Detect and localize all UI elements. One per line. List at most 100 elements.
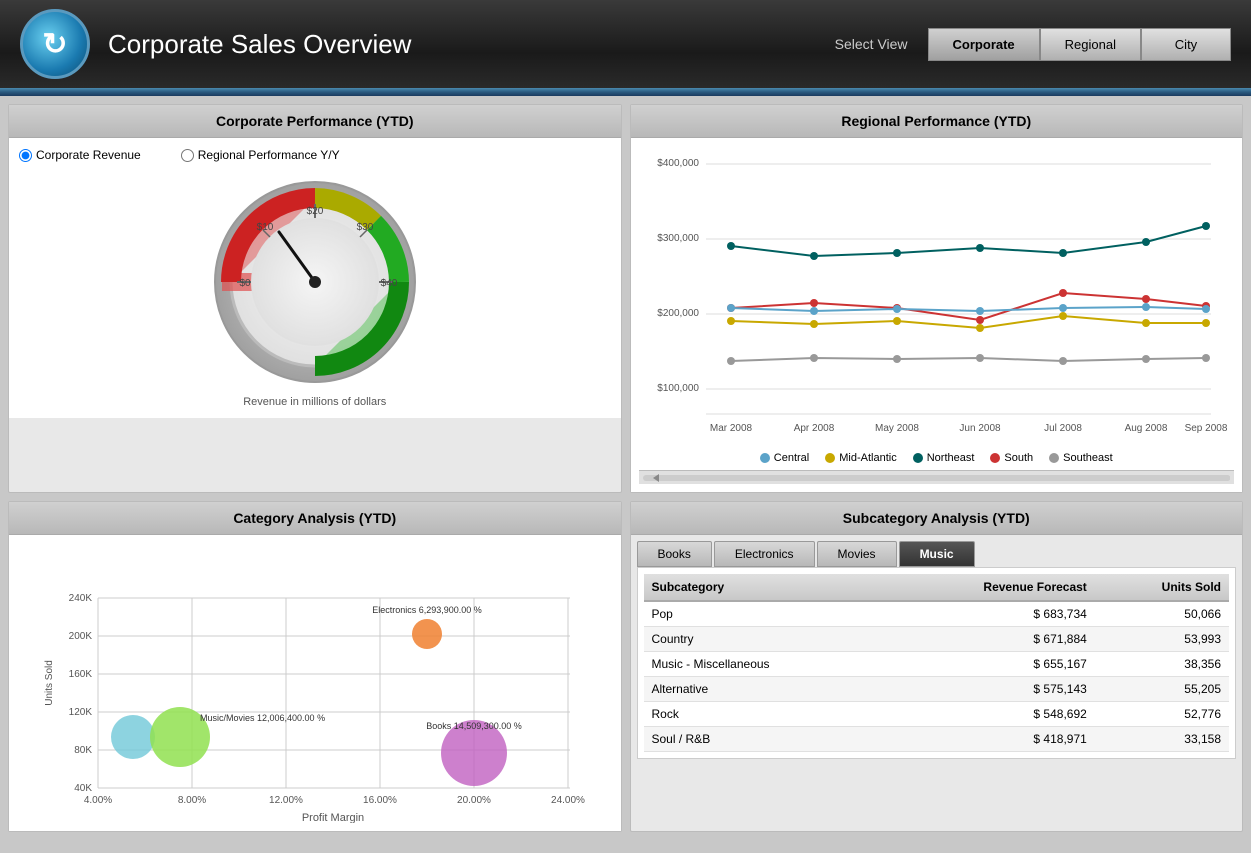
svg-text:$400,000: $400,000 xyxy=(658,158,700,169)
subcategory-analysis-panel: Subcategory Analysis (YTD) Books Electro… xyxy=(630,501,1244,832)
table-row: Country $ 671,884 53,993 xyxy=(644,627,1230,652)
table-row: Rock $ 548,692 52,776 xyxy=(644,702,1230,727)
svg-text:Sep 2008: Sep 2008 xyxy=(1185,423,1228,434)
corporate-performance-panel: Corporate Performance (YTD) Corporate Re… xyxy=(8,104,622,493)
col-subcategory: Subcategory xyxy=(644,574,883,601)
cell-subcategory: Country xyxy=(644,627,883,652)
cell-units: 38,356 xyxy=(1095,652,1229,677)
category-analysis-body: Units Sold 40K 80K 120K 160K 200K 240K xyxy=(9,535,621,831)
svg-text:Electronics 6,293,900.00 %: Electronics 6,293,900.00 % xyxy=(372,605,482,615)
regional-chart-legend: Central Mid-Atlantic Northeast South Sou… xyxy=(639,446,1235,470)
bubble-movies xyxy=(111,715,155,759)
chart-scrollbar[interactable] xyxy=(639,470,1235,484)
table-row: Pop $ 683,734 50,066 xyxy=(644,601,1230,627)
legend-southeast: Southeast xyxy=(1049,452,1113,464)
view-button-group: Corporate Regional City xyxy=(928,28,1231,61)
regional-performance-body: $400,000 $300,000 $200,000 $100,000 Mar … xyxy=(631,138,1243,492)
regional-performance-panel: Regional Performance (YTD) $400,000 $300… xyxy=(630,104,1244,493)
cell-revenue: $ 548,692 xyxy=(882,702,1095,727)
header: Corporate Sales Overview Select View Cor… xyxy=(0,0,1251,88)
cell-units: 55,205 xyxy=(1095,677,1229,702)
cell-revenue: $ 575,143 xyxy=(882,677,1095,702)
svg-text:Books 14,509,300.00 %: Books 14,509,300.00 % xyxy=(426,721,522,731)
svg-text:Mar 2008: Mar 2008 xyxy=(710,423,753,434)
col-revenue: Revenue Forecast xyxy=(882,574,1095,601)
tab-books[interactable]: Books xyxy=(637,541,712,567)
cell-revenue: $ 418,971 xyxy=(882,727,1095,752)
view-btn-regional[interactable]: Regional xyxy=(1040,28,1141,61)
svg-text:Units Sold: Units Sold xyxy=(44,660,55,706)
main-content: Corporate Performance (YTD) Corporate Re… xyxy=(0,96,1251,840)
view-btn-corporate[interactable]: Corporate xyxy=(928,28,1040,61)
svg-text:200K: 200K xyxy=(68,631,92,642)
tab-music[interactable]: Music xyxy=(899,541,975,567)
table-row: Alternative $ 575,143 55,205 xyxy=(644,677,1230,702)
svg-text:Apr 2008: Apr 2008 xyxy=(794,423,835,434)
gauge-note: Revenue in millions of dollars xyxy=(243,396,386,408)
gauge-container: $0 $10 $20 $30 $40 xyxy=(19,172,611,408)
svg-text:80K: 80K xyxy=(74,745,92,756)
cell-revenue: $ 683,734 xyxy=(882,601,1095,627)
corporate-performance-body: Corporate Revenue Regional Performance Y… xyxy=(9,138,621,418)
select-view-label: Select View xyxy=(835,36,908,52)
subcategory-tab-row: Books Electronics Movies Music xyxy=(631,535,1243,567)
cell-subcategory: Pop xyxy=(644,601,883,627)
svg-text:8.00%: 8.00% xyxy=(178,795,206,806)
cell-units: 50,066 xyxy=(1095,601,1229,627)
legend-central: Central xyxy=(760,452,809,464)
cell-subcategory: Music - Miscellaneous xyxy=(644,652,883,677)
legend-dot-central xyxy=(760,453,770,463)
svg-text:$0: $0 xyxy=(239,278,251,289)
legend-northeast: Northeast xyxy=(913,452,975,464)
cell-subcategory: Rock xyxy=(644,702,883,727)
svg-text:$200,000: $200,000 xyxy=(658,308,700,319)
legend-dot-southeast xyxy=(1049,453,1059,463)
cell-units: 33,158 xyxy=(1095,727,1229,752)
svg-text:16.00%: 16.00% xyxy=(363,795,397,806)
svg-text:20.00%: 20.00% xyxy=(457,795,491,806)
legend-dot-south xyxy=(990,453,1000,463)
table-row: Soul / R&B $ 418,971 33,158 xyxy=(644,727,1230,752)
svg-text:Aug 2008: Aug 2008 xyxy=(1125,423,1168,434)
legend-dot-northeast xyxy=(913,453,923,463)
category-analysis-panel: Category Analysis (YTD) Units Sold 40K 8… xyxy=(8,501,622,832)
svg-text:$40: $40 xyxy=(380,278,397,289)
corporate-performance-title: Corporate Performance (YTD) xyxy=(9,105,621,138)
cell-units: 53,993 xyxy=(1095,627,1229,652)
svg-text:240K: 240K xyxy=(68,593,92,604)
cell-subcategory: Alternative xyxy=(644,677,883,702)
cell-subcategory: Soul / R&B xyxy=(644,727,883,752)
svg-text:May 2008: May 2008 xyxy=(875,423,919,434)
view-btn-city[interactable]: City xyxy=(1141,28,1231,61)
subcategory-analysis-body: Books Electronics Movies Music Subcatego… xyxy=(631,535,1243,759)
svg-text:Profit Margin: Profit Margin xyxy=(302,812,364,823)
svg-text:$10: $10 xyxy=(256,222,273,233)
svg-text:Jul 2008: Jul 2008 xyxy=(1044,423,1082,434)
page-title: Corporate Sales Overview xyxy=(108,29,835,60)
legend-midatlantic: Mid-Atlantic xyxy=(825,452,896,464)
svg-text:160K: 160K xyxy=(68,669,92,680)
app-logo xyxy=(20,9,90,79)
subcategory-table: Subcategory Revenue Forecast Units Sold … xyxy=(644,574,1230,752)
tab-movies[interactable]: Movies xyxy=(817,541,897,567)
bubble-electronics xyxy=(412,619,442,649)
legend-dot-midatlantic xyxy=(825,453,835,463)
radio-corporate-revenue[interactable]: Corporate Revenue xyxy=(19,148,141,162)
svg-text:40K: 40K xyxy=(74,783,92,794)
svg-text:12.00%: 12.00% xyxy=(269,795,303,806)
legend-south: South xyxy=(990,452,1033,464)
gauge-chart: $0 $10 $20 $30 $40 xyxy=(205,172,425,392)
svg-text:24.00%: 24.00% xyxy=(551,795,585,806)
radio-regional-performance[interactable]: Regional Performance Y/Y xyxy=(181,148,340,162)
subcategory-analysis-title: Subcategory Analysis (YTD) xyxy=(631,502,1243,535)
svg-text:4.00%: 4.00% xyxy=(84,795,112,806)
category-analysis-title: Category Analysis (YTD) xyxy=(9,502,621,535)
tab-electronics[interactable]: Electronics xyxy=(714,541,815,567)
svg-text:$300,000: $300,000 xyxy=(658,233,700,244)
svg-text:Music/Movies 12,006,400.00 %: Music/Movies 12,006,400.00 % xyxy=(200,713,325,723)
svg-text:$20: $20 xyxy=(306,206,323,217)
regional-performance-title: Regional Performance (YTD) xyxy=(631,105,1243,138)
cell-revenue: $ 671,884 xyxy=(882,627,1095,652)
table-row: Music - Miscellaneous $ 655,167 38,356 xyxy=(644,652,1230,677)
svg-text:$100,000: $100,000 xyxy=(658,383,700,394)
